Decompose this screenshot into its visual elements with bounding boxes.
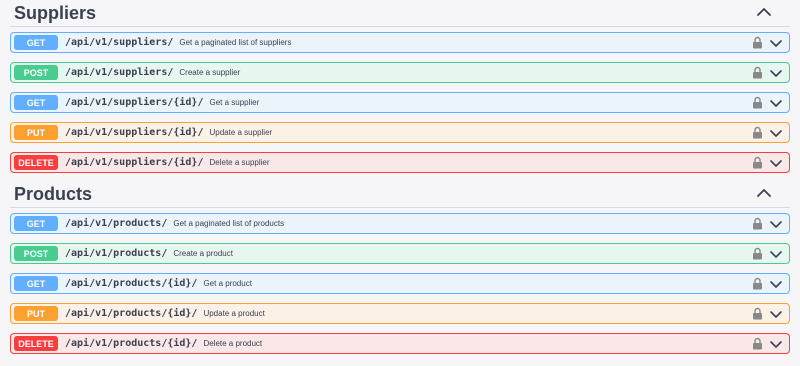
operation-summary: Delete a supplier bbox=[209, 158, 270, 167]
lock-icon[interactable] bbox=[752, 36, 763, 49]
lock-icon[interactable] bbox=[752, 66, 763, 79]
section-suppliers: Suppliers GET /api/v1/suppliers/ Get a p… bbox=[0, 0, 800, 173]
operation-row[interactable]: DELETE /api/v1/suppliers/{id}/ Delete a … bbox=[10, 152, 790, 173]
lock-icon[interactable] bbox=[752, 277, 763, 290]
section-products: Products GET /api/v1/products/ Get a pag… bbox=[0, 181, 800, 354]
operation-row[interactable]: GET /api/v1/suppliers/{id}/ Get a suppli… bbox=[10, 92, 790, 113]
lock-icon[interactable] bbox=[752, 156, 763, 169]
operation-summary: Create a supplier bbox=[179, 68, 241, 77]
operation-summary: Get a paginated list of suppliers bbox=[179, 38, 292, 47]
chevron-down-icon[interactable] bbox=[769, 128, 783, 138]
chevron-down-icon[interactable] bbox=[769, 68, 783, 78]
section-title: Suppliers bbox=[14, 2, 97, 23]
chevron-up-icon[interactable] bbox=[756, 187, 772, 199]
method-badge: PUT bbox=[14, 125, 58, 140]
method-badge: POST bbox=[14, 65, 58, 80]
operation-path: /api/v1/products/{id}/ bbox=[65, 308, 198, 319]
operation-path: /api/v1/products/{id}/ bbox=[65, 338, 198, 349]
lock-icon[interactable] bbox=[752, 96, 763, 109]
operation-path: /api/v1/suppliers/{id}/ bbox=[65, 97, 204, 108]
operation-row[interactable]: PUT /api/v1/products/{id}/ Update a prod… bbox=[10, 303, 790, 324]
chevron-down-icon[interactable] bbox=[769, 339, 783, 349]
operation-row[interactable]: POST /api/v1/suppliers/ Create a supplie… bbox=[10, 62, 790, 83]
method-badge: PUT bbox=[14, 306, 58, 321]
operation-summary: Update a supplier bbox=[209, 128, 273, 137]
api-docs-page: Suppliers GET /api/v1/suppliers/ Get a p… bbox=[0, 0, 800, 366]
operation-summary: Delete a product bbox=[203, 339, 263, 348]
method-badge: POST bbox=[14, 246, 58, 261]
chevron-down-icon[interactable] bbox=[769, 249, 783, 259]
chevron-down-icon[interactable] bbox=[769, 158, 783, 168]
method-badge: GET bbox=[14, 216, 58, 231]
method-badge: GET bbox=[14, 276, 58, 291]
section-header-products[interactable]: Products bbox=[10, 181, 790, 208]
lock-icon[interactable] bbox=[752, 217, 763, 230]
operation-row[interactable]: GET /api/v1/products/{id}/ Get a product bbox=[10, 273, 790, 294]
operation-row[interactable]: PUT /api/v1/suppliers/{id}/ Update a sup… bbox=[10, 122, 790, 143]
section-header-suppliers[interactable]: Suppliers bbox=[10, 0, 790, 27]
operation-summary: Get a product bbox=[203, 279, 252, 288]
operation-summary: Get a paginated list of products bbox=[173, 219, 285, 228]
chevron-down-icon[interactable] bbox=[769, 219, 783, 229]
operation-path: /api/v1/products/ bbox=[65, 218, 168, 229]
lock-icon[interactable] bbox=[752, 126, 763, 139]
operation-path: /api/v1/suppliers/{id}/ bbox=[65, 127, 204, 138]
operation-row[interactable]: DELETE /api/v1/products/{id}/ Delete a p… bbox=[10, 333, 790, 354]
method-badge: DELETE bbox=[14, 336, 58, 351]
operation-row[interactable]: GET /api/v1/suppliers/ Get a paginated l… bbox=[10, 32, 790, 53]
chevron-down-icon[interactable] bbox=[769, 279, 783, 289]
operation-summary: Create a product bbox=[173, 249, 233, 258]
operation-row[interactable]: POST /api/v1/products/ Create a product bbox=[10, 243, 790, 264]
chevron-down-icon[interactable] bbox=[769, 98, 783, 108]
method-badge: DELETE bbox=[14, 155, 58, 170]
operation-path: /api/v1/products/{id}/ bbox=[65, 278, 198, 289]
operation-path: /api/v1/suppliers/ bbox=[65, 67, 174, 78]
method-badge: GET bbox=[14, 95, 58, 110]
lock-icon[interactable] bbox=[752, 247, 763, 260]
chevron-up-icon[interactable] bbox=[756, 6, 772, 18]
operation-path: /api/v1/products/ bbox=[65, 248, 168, 259]
operation-summary: Get a supplier bbox=[209, 98, 260, 107]
lock-icon[interactable] bbox=[752, 307, 763, 320]
lock-icon[interactable] bbox=[752, 337, 763, 350]
method-badge: GET bbox=[14, 35, 58, 50]
operation-summary: Update a product bbox=[203, 309, 265, 318]
operation-path: /api/v1/suppliers/ bbox=[65, 37, 174, 48]
chevron-down-icon[interactable] bbox=[769, 309, 783, 319]
chevron-down-icon[interactable] bbox=[769, 38, 783, 48]
section-title: Products bbox=[14, 183, 93, 204]
operation-row[interactable]: GET /api/v1/products/ Get a paginated li… bbox=[10, 213, 790, 234]
operation-path: /api/v1/suppliers/{id}/ bbox=[65, 157, 204, 168]
